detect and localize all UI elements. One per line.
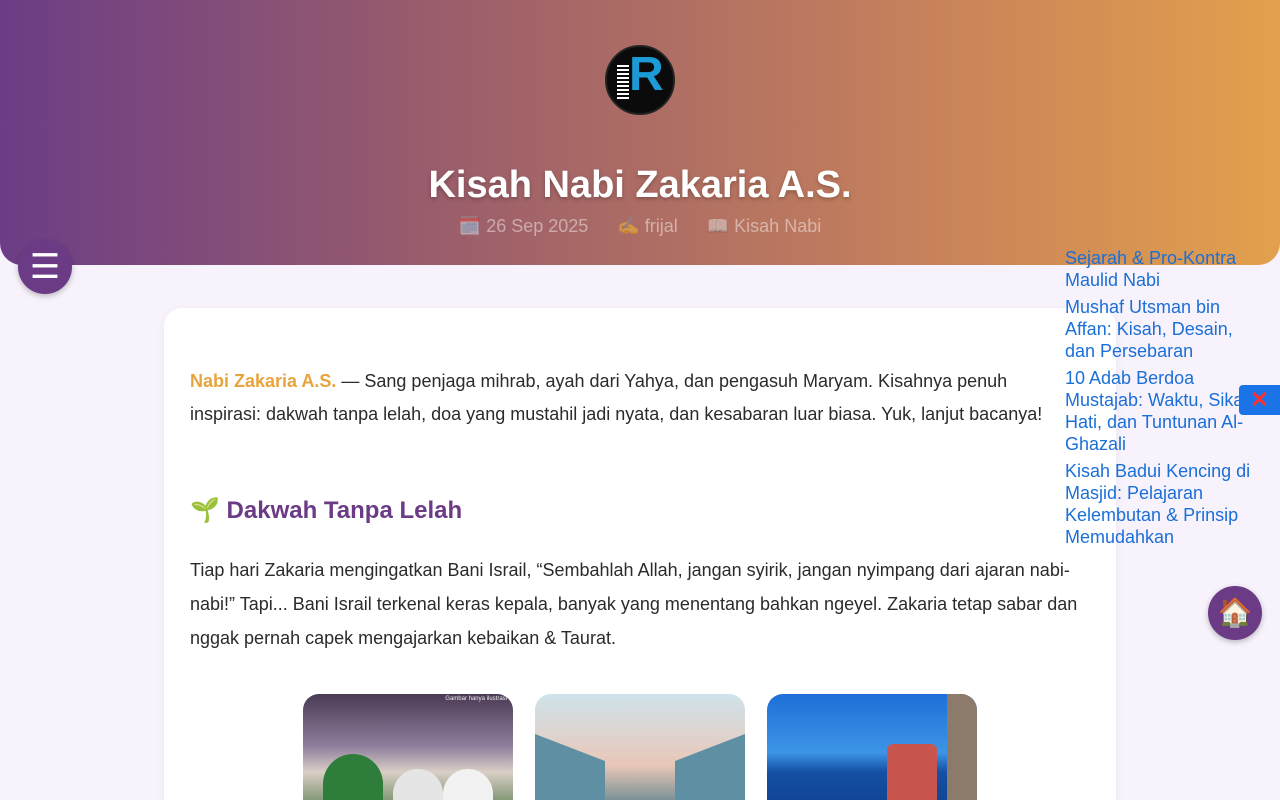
menu-button[interactable]: ☰ bbox=[18, 240, 72, 294]
mountain-graphic bbox=[535, 734, 605, 800]
site-logo[interactable]: R bbox=[605, 45, 675, 115]
page-title: Kisah Nabi Zakaria A.S. bbox=[428, 164, 852, 206]
chair-graphic bbox=[887, 744, 937, 800]
intro-highlight: Nabi Zakaria A.S. bbox=[190, 371, 337, 391]
figure-graphic bbox=[393, 769, 443, 800]
mountain-graphic bbox=[675, 734, 745, 800]
post-author[interactable]: ✍️ frijal bbox=[617, 216, 677, 236]
hero-header: R Kisah Nabi Zakaria A.S. 🗓️ 26 Sep 2025… bbox=[0, 0, 1280, 265]
article-intro: Nabi Zakaria A.S. — Sang penjaga mihrab,… bbox=[190, 365, 1080, 431]
section-heading: 🌱 Dakwah Tanpa Lelah bbox=[190, 497, 463, 524]
logo-letter: R bbox=[629, 48, 664, 101]
post-meta: 🗓️ 26 Sep 2025 ✍️ frijal 📖 Kisah Nabi bbox=[0, 216, 1280, 237]
related-link[interactable]: Sejarah & Pro-Kontra Maulid Nabi bbox=[1065, 247, 1265, 291]
related-link[interactable]: 10 Adab Berdoa Mustajab: Waktu, Sikap Ha… bbox=[1065, 367, 1265, 455]
related-posts: Sejarah & Pro-Kontra Maulid Nabi Mushaf … bbox=[1065, 247, 1265, 553]
image-thumbnail-1[interactable]: Gambar hanya ilustrasi bbox=[303, 694, 513, 800]
figure-graphic bbox=[443, 769, 493, 800]
home-icon[interactable]: 🏠 bbox=[1208, 586, 1262, 640]
figure-graphic bbox=[323, 754, 383, 800]
image-thumbnail-3[interactable] bbox=[767, 694, 977, 800]
thumbnail-caption: Gambar hanya ilustrasi bbox=[445, 696, 507, 702]
related-link[interactable]: Kisah Badui Kencing di Masjid: Pelajaran… bbox=[1065, 460, 1265, 548]
rock-graphic bbox=[947, 694, 977, 800]
post-date: 🗓️ 26 Sep 2025 bbox=[458, 216, 589, 236]
related-link[interactable]: Mushaf Utsman bin Affan: Kisah, Desain, … bbox=[1065, 296, 1265, 362]
section-paragraph: Tiap hari Zakaria mengingatkan Bani Isra… bbox=[190, 560, 1078, 648]
close-icon[interactable]: ✕ bbox=[1239, 385, 1280, 415]
image-thumbnail-2[interactable] bbox=[535, 694, 745, 800]
post-category[interactable]: 📖 Kisah Nabi bbox=[707, 216, 821, 236]
barcode-graphic bbox=[617, 63, 629, 99]
